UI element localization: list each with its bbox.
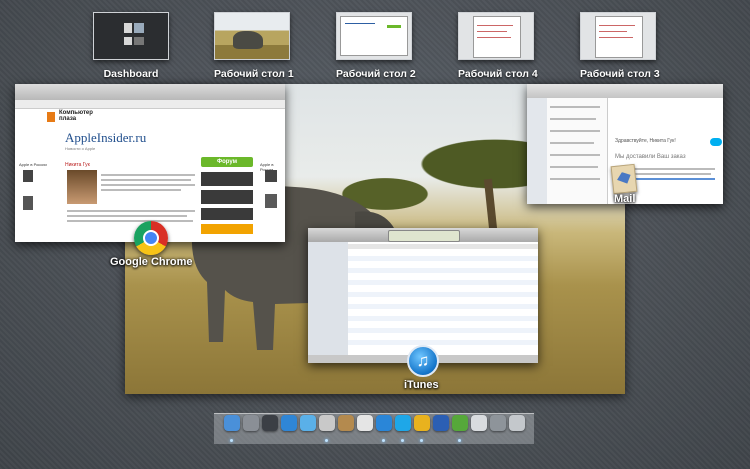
ad-banner[interactable] (201, 224, 253, 234)
product-image (23, 170, 33, 182)
space-desktop-4[interactable]: Рабочий стол 4 (458, 12, 538, 80)
desktop-1-thumbnail (214, 12, 290, 60)
space-label: Рабочий стол 2 (336, 68, 416, 80)
desktop-2-thumbnail (336, 12, 412, 60)
itunes-app-icon[interactable]: ♫ (407, 345, 439, 377)
site-logo-icon (47, 112, 55, 122)
product-image (23, 196, 33, 210)
space-desktop-3[interactable]: Рабочий стол 3 (580, 12, 660, 80)
skype-icon[interactable] (395, 415, 411, 431)
site-title: AppleInsider.ru (65, 130, 147, 145)
skype-logo-icon (710, 138, 722, 146)
running-indicator (401, 439, 404, 442)
app-store-icon[interactable] (281, 415, 297, 431)
site-tagline: Новости о Apple (65, 146, 96, 151)
space-label: Рабочий стол 3 (580, 68, 660, 80)
dashboard-thumbnail (93, 12, 169, 60)
calendar-icon[interactable] (357, 415, 373, 431)
space-label: Рабочий стол 4 (458, 68, 538, 80)
itunes-toolbar (308, 228, 538, 242)
launchpad-icon[interactable] (243, 415, 259, 431)
dock-icons (224, 415, 525, 437)
mail-message-list (547, 98, 608, 204)
forum-button[interactable]: Форум (201, 157, 253, 167)
running-indicator (382, 439, 385, 442)
desktop-3-thumbnail (580, 12, 656, 60)
running-indicator (230, 439, 233, 442)
finder-icon[interactable] (224, 415, 240, 431)
itunes-app-label: iTunes (404, 379, 439, 391)
downloads-icon[interactable] (490, 415, 506, 431)
mail-app-label: Mail (614, 193, 636, 205)
space-desktop-2[interactable]: Рабочий стол 2 (336, 12, 416, 80)
ad-banner[interactable] (201, 208, 253, 220)
space-desktop-1[interactable]: Рабочий стол 1 (214, 12, 294, 80)
running-indicator (458, 439, 461, 442)
space-label: Dashboard (103, 68, 159, 80)
chrome-toolbar (15, 84, 285, 100)
ad-banner[interactable] (201, 172, 253, 186)
site-logo-text: Компьютер плаза (59, 110, 93, 122)
mission-control-icon[interactable] (262, 415, 278, 431)
safari-icon[interactable] (300, 415, 316, 431)
product-image (265, 194, 277, 208)
mail-sidebar (527, 98, 547, 204)
trash-icon[interactable] (509, 415, 525, 431)
chrome-bookmarks-bar (15, 100, 285, 109)
chrome-app-label: Google Chrome (110, 256, 193, 268)
article-author: Никита Гук (65, 162, 90, 168)
contacts-icon[interactable] (338, 415, 354, 431)
running-indicator (420, 439, 423, 442)
chrome-app-icon[interactable] (134, 221, 168, 255)
itunes-icon[interactable] (376, 415, 392, 431)
utorrent-icon[interactable] (452, 415, 468, 431)
running-indicator (325, 439, 328, 442)
space-label: Рабочий стол 1 (214, 68, 294, 80)
itunes-window[interactable] (308, 228, 538, 363)
space-dashboard[interactable]: Dashboard (93, 12, 169, 80)
author-photo (67, 170, 97, 204)
product-image (265, 170, 277, 182)
mail-greeting: Здравствуйте, Никита Гук! (615, 138, 676, 144)
chrome-icon[interactable] (414, 415, 430, 431)
itunes-lcd-display (388, 230, 460, 242)
mail-app-icon[interactable] (610, 163, 638, 195)
documents-icon[interactable] (471, 415, 487, 431)
word-icon[interactable] (433, 415, 449, 431)
mail-icon[interactable] (319, 415, 335, 431)
mail-toolbar (527, 84, 723, 98)
mail-heading: Мы доставили Ваш заказ (615, 154, 686, 160)
itunes-sidebar (308, 242, 348, 363)
chrome-window[interactable]: Компьютер плаза AppleInsider.ru Новости … (15, 84, 285, 242)
desktop-4-thumbnail (458, 12, 534, 60)
ad-banner[interactable] (201, 190, 253, 204)
side-heading-left: Apple в России (19, 162, 47, 167)
